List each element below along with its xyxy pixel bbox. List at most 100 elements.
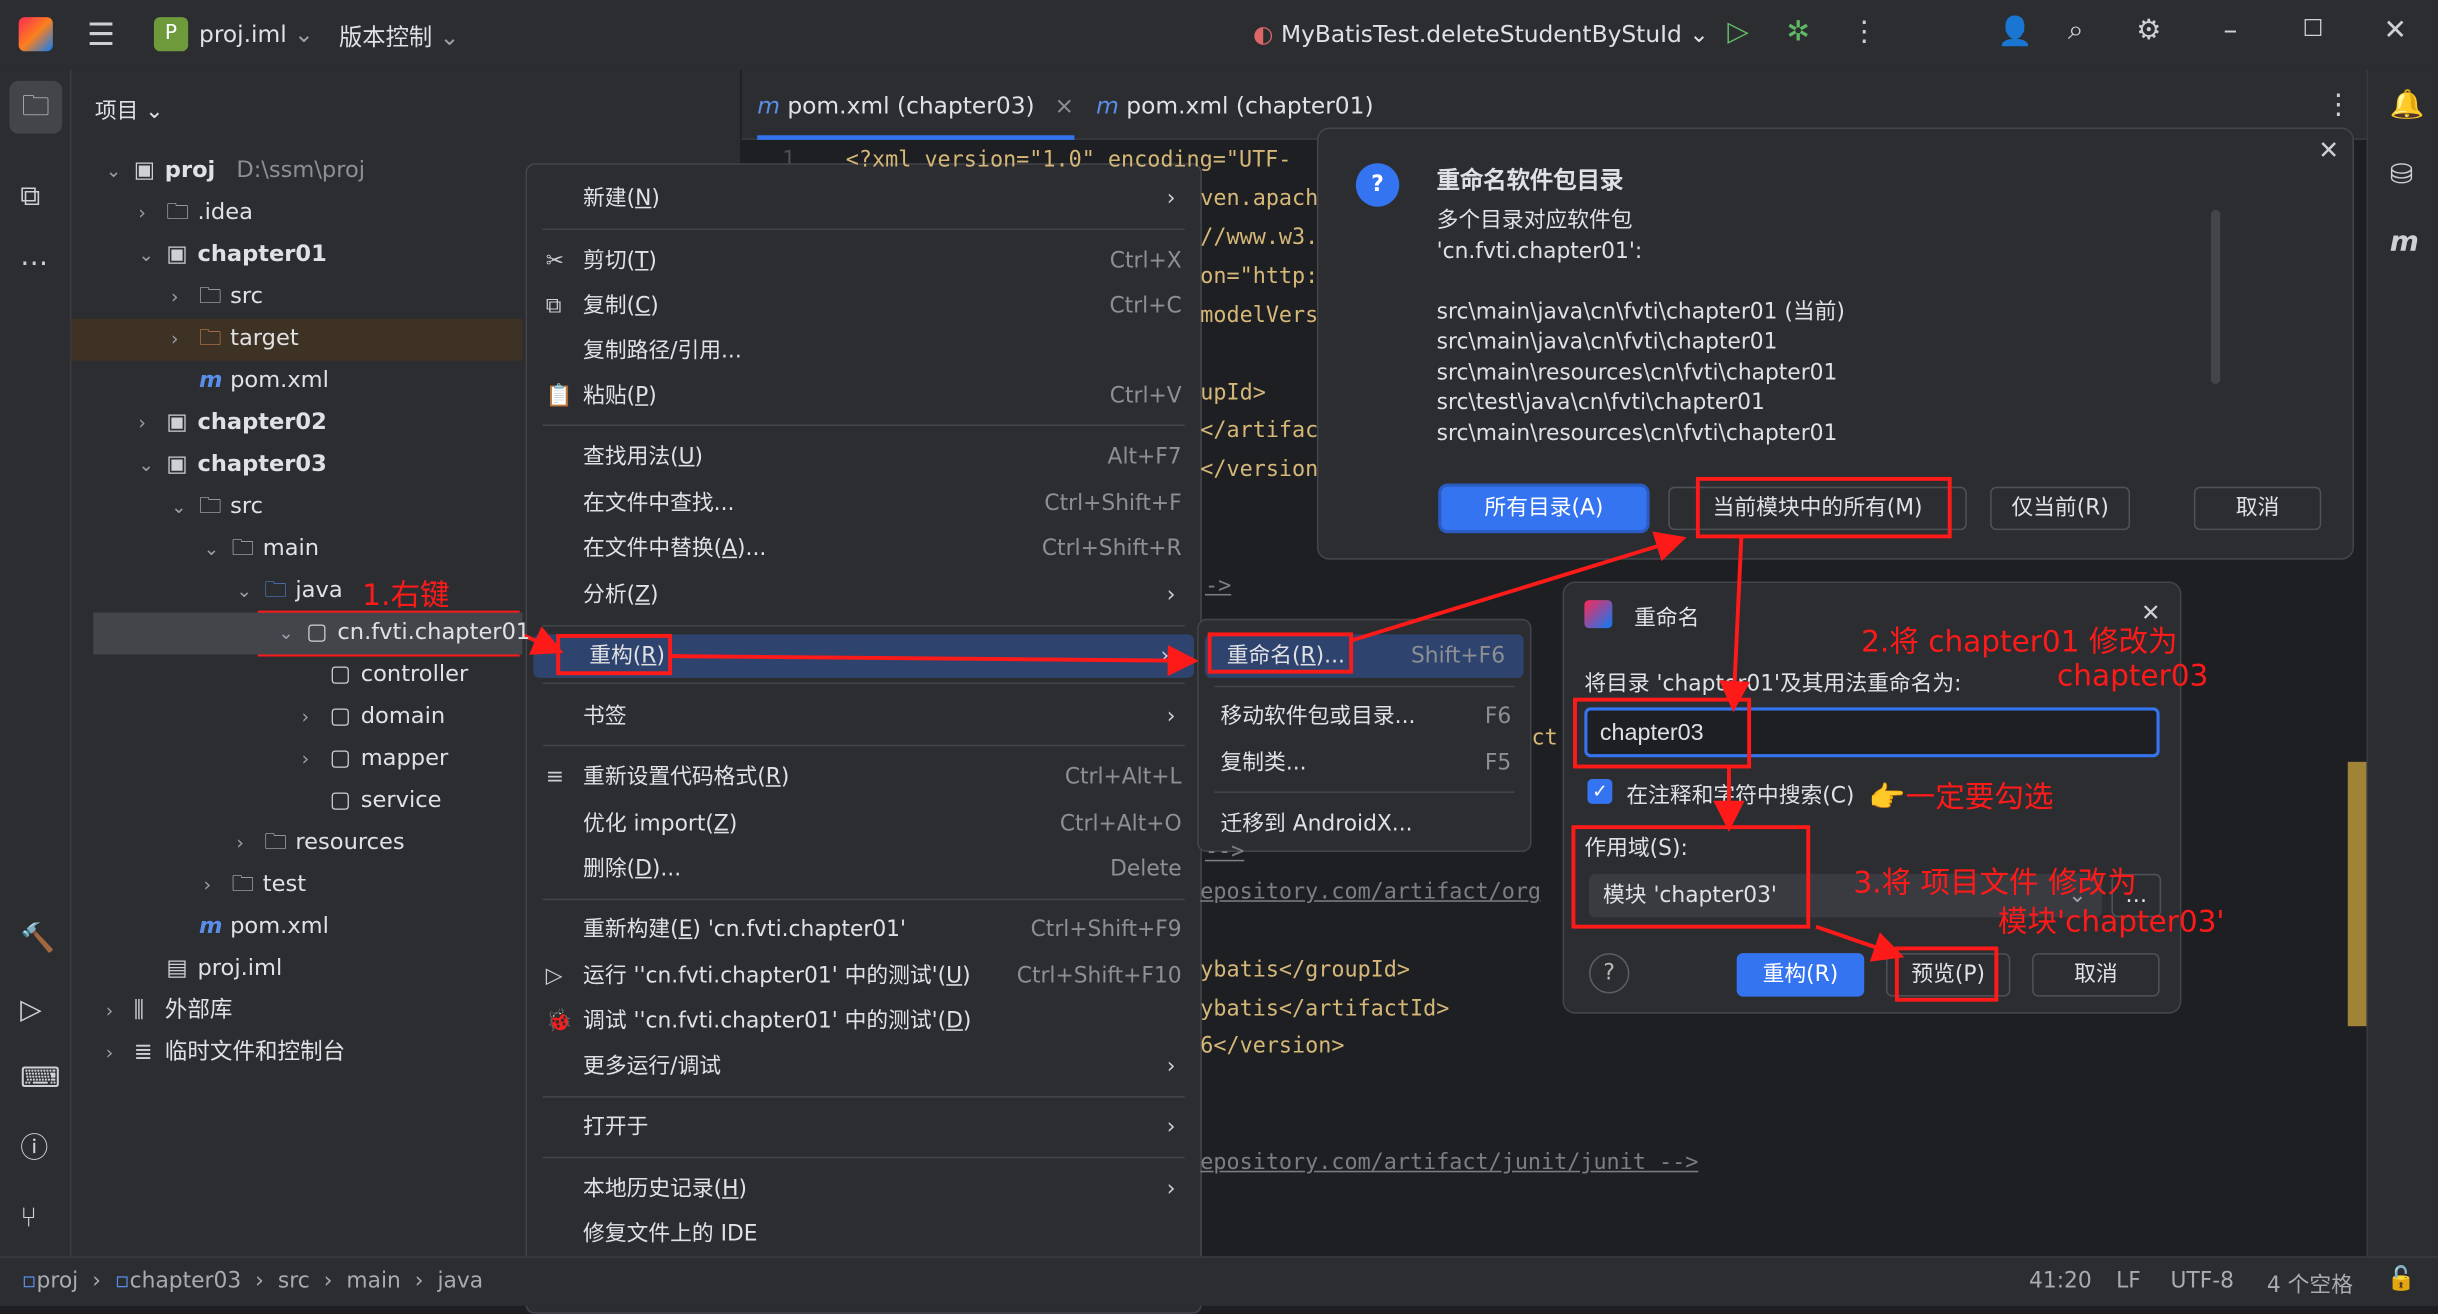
code-line: -->: [1204, 839, 1245, 865]
module-icon: ▣: [166, 410, 188, 436]
tree-item-label: service: [360, 788, 442, 814]
tree-item-label: resources: [295, 830, 405, 856]
tree-item[interactable]: ⌄ ▣ chapter03: [72, 445, 523, 487]
code-line: epository.com/artifact/junit/junit -->: [1200, 1150, 1699, 1176]
code-line: ybatis</artifactId>: [1200, 996, 1450, 1022]
tree-item[interactable]: › ▣ chapter02: [72, 403, 523, 445]
code-line: </version: [1200, 457, 1319, 482]
tree-item[interactable]: › ≣ 临时文件和控制台: [72, 1032, 523, 1074]
tree-item-path: D:\ssm\proj: [236, 158, 366, 184]
tree-item[interactable]: ⌄ ▣ chapter01: [72, 235, 523, 277]
tree-item[interactable]: ⌄ 🗀 src: [72, 487, 523, 529]
tree-item-label: chapter01: [197, 242, 327, 268]
tree-item-label: test: [262, 872, 307, 898]
tree-item-label: pom.xml: [230, 914, 329, 940]
nav-breadcrumb: ▫proj › ▫chapter03 › src › main › java: [22, 1269, 483, 1294]
tree-item[interactable]: › 🗀 src: [72, 277, 523, 319]
breadcrumb-item[interactable]: main: [346, 1269, 400, 1294]
tree-item-label: src: [230, 494, 264, 520]
chevron-right-icon: ›: [323, 1268, 333, 1294]
chevron-down-icon[interactable]: ⌄: [171, 487, 187, 529]
tree-item[interactable]: › 🗀 resources: [72, 822, 523, 864]
code-line: modelVers: [1200, 303, 1319, 329]
tree-item-label: .idea: [197, 200, 253, 226]
tree-item[interactable]: › 🗀 target: [71, 318, 523, 361]
tree-item[interactable]: ▤ proj.iml: [72, 948, 523, 990]
module-icon: ▣: [166, 242, 188, 268]
chevron-right-icon[interactable]: ›: [106, 990, 113, 1032]
folder-icon: 🗀: [166, 200, 189, 226]
tree-item-label: proj: [164, 158, 216, 184]
tree-item[interactable]: ▢ service: [72, 781, 523, 823]
chevron-right-icon: ›: [255, 1268, 264, 1294]
file-icon: ▤: [166, 956, 188, 982]
chevron-right-icon[interactable]: ›: [302, 739, 309, 781]
chevron-down-icon[interactable]: ⌄: [236, 571, 252, 613]
code-line: on="http:: [1200, 264, 1319, 290]
code-line: ->: [1204, 573, 1232, 599]
chevron-down-icon[interactable]: ⌄: [106, 151, 122, 193]
code-line: upId>: [1200, 380, 1266, 406]
chevron-right-icon[interactable]: ›: [236, 822, 243, 864]
highlight-box-refactor: [556, 633, 673, 676]
tree-item[interactable]: ⌄ ▢ cn.fvti.chapter01: [93, 612, 530, 655]
chevron-right-icon[interactable]: ›: [171, 319, 178, 361]
tree-item[interactable]: ⌄ 🗀 main: [72, 529, 523, 571]
scratch-icon: ≣: [133, 1040, 153, 1066]
breadcrumb-item[interactable]: java: [438, 1269, 484, 1294]
tree-item[interactable]: › 🗀 test: [72, 864, 523, 906]
breadcrumb-item[interactable]: src: [278, 1269, 310, 1294]
chevron-right-icon[interactable]: ›: [171, 277, 178, 319]
chevron-right-icon[interactable]: ›: [138, 403, 145, 445]
folder-icon: 🗀: [231, 872, 255, 898]
highlight-box-preview: [1894, 946, 1999, 1002]
chevron-right-icon[interactable]: ›: [106, 1032, 113, 1074]
chevron-down-icon[interactable]: ⌄: [278, 613, 294, 655]
tree-item-label: target: [230, 326, 299, 352]
line-separator[interactable]: LF: [2116, 1269, 2141, 1294]
code-line: <?xml version="1.0" encoding="UTF-: [845, 147, 1292, 173]
tree-item-label: main: [262, 536, 320, 562]
tree-item-label: cn.fvti.chapter01: [337, 620, 531, 646]
tree-item[interactable]: m pom.xml: [72, 906, 523, 948]
tree-item[interactable]: ▢ controller: [72, 655, 523, 697]
package-icon: ▢: [329, 704, 351, 730]
arrow: [1350, 531, 1687, 643]
breadcrumb-item[interactable]: chapter03: [130, 1269, 242, 1294]
cursor-position[interactable]: 41:20: [2029, 1269, 2092, 1294]
tree-item-label: controller: [360, 662, 469, 688]
package-icon: ▢: [329, 746, 351, 772]
folder-icon: 🗀: [199, 494, 222, 520]
package-icon: ▢: [329, 788, 351, 814]
tree-item-label: 临时文件和控制台: [164, 1040, 346, 1066]
module-icon: ▫: [114, 1268, 130, 1294]
tree-item[interactable]: ⌄ ▣ proj D:\ssm\proj: [72, 151, 523, 193]
arrow: [670, 645, 1199, 677]
tree-item[interactable]: ⌄ 🗀 java: [72, 571, 523, 613]
tree-item[interactable]: m pom.xml: [72, 361, 523, 403]
indent-setting[interactable]: 4 个空格: [2267, 1269, 2353, 1300]
folder-icon: 🗀: [199, 284, 222, 310]
highlight-box-scope: [1571, 825, 1811, 929]
tree-item-label: domain: [360, 704, 446, 730]
file-encoding[interactable]: UTF-8: [2171, 1269, 2234, 1294]
chevron-down-icon[interactable]: ⌄: [204, 529, 220, 571]
library-icon: ⫼: [133, 998, 145, 1024]
chevron-down-icon[interactable]: ⌄: [138, 235, 154, 277]
tree-item[interactable]: › 🗀 .idea: [72, 193, 523, 235]
chevron-right-icon[interactable]: ›: [204, 864, 211, 906]
breadcrumb-item[interactable]: proj: [37, 1269, 79, 1294]
code-line: //www.w3.: [1200, 225, 1319, 251]
chevron-right-icon[interactable]: ›: [302, 697, 309, 739]
tree-item-label: 外部库: [164, 998, 233, 1024]
maven-icon: m: [199, 914, 223, 940]
chevron-down-icon[interactable]: ⌄: [138, 445, 154, 487]
arrow: [1815, 924, 1905, 962]
code-line: 6</version>: [1200, 1033, 1345, 1059]
tree-item[interactable]: › ▢ mapper: [72, 739, 523, 781]
chevron-right-icon[interactable]: ›: [138, 193, 145, 235]
tree-item[interactable]: › ⫼ 外部库: [72, 990, 523, 1032]
tree-item-label: chapter02: [197, 410, 327, 436]
lock-icon[interactable]: 🔓: [2387, 1266, 2416, 1290]
tree-item[interactable]: › ▢ domain: [72, 697, 523, 739]
